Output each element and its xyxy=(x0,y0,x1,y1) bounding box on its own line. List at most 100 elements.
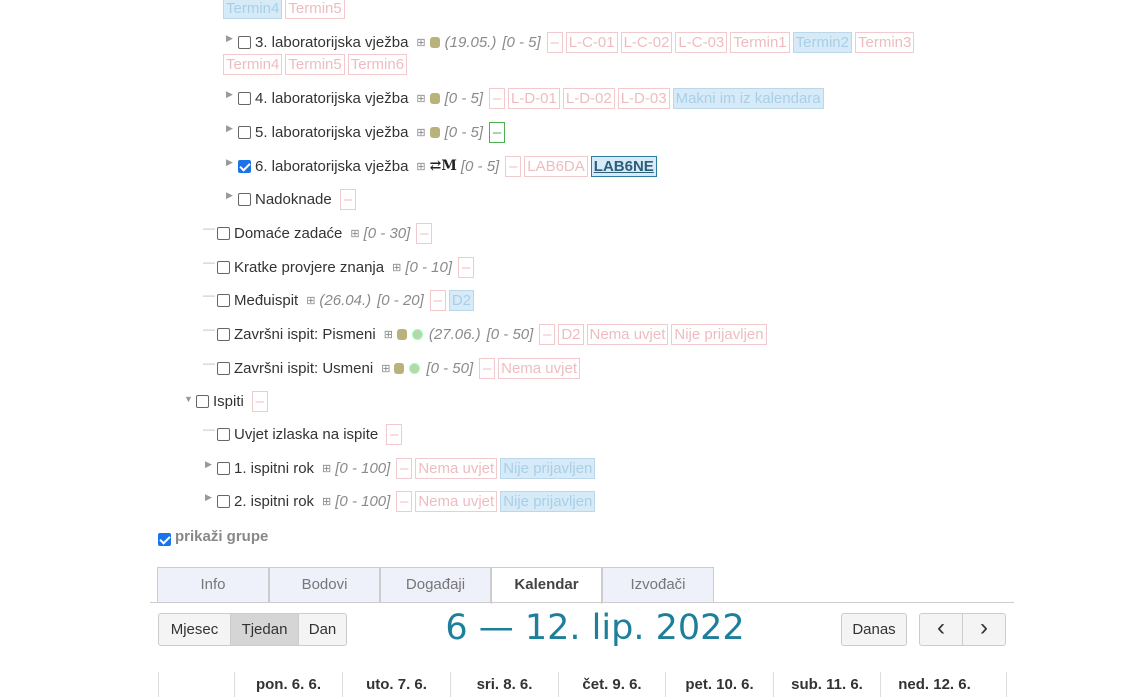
prev-week-button[interactable]: ‹ xyxy=(919,613,963,646)
tag[interactable]: L-D-02 xyxy=(562,87,615,109)
tag[interactable]: Termin6 xyxy=(347,53,408,75)
tag[interactable]: L-C-03 xyxy=(675,31,728,53)
tree-item-zavrsni-pismeni: — Završni ispit: Pismeni ⊞ (27.06.) [0 -… xyxy=(203,322,770,346)
dash-tag[interactable]: – xyxy=(489,87,505,109)
item-range: [0 - 5] xyxy=(444,123,483,141)
dash-tag[interactable]: – xyxy=(386,423,403,445)
tab-kalendar[interactable]: Kalendar xyxy=(491,567,602,604)
dash-tag[interactable]: – xyxy=(479,357,496,379)
month-view-button[interactable]: Mjesec xyxy=(158,613,231,646)
tag[interactable]: Nije prijavljen xyxy=(671,323,767,345)
dash-tag[interactable]: – xyxy=(251,390,268,412)
swap-m-icon[interactable]: ⇄M xyxy=(430,158,457,174)
checkbox[interactable] xyxy=(217,361,230,375)
calendar-right-border xyxy=(1006,672,1007,697)
tag[interactable]: L-C-01 xyxy=(565,31,618,53)
expand-arrow-icon[interactable]: ▶ xyxy=(226,157,236,168)
checkbox[interactable] xyxy=(217,427,230,441)
tag[interactable]: Nema uvjet xyxy=(498,357,580,379)
dash-tag[interactable]: – xyxy=(396,490,413,512)
item-range: [0 - 10] xyxy=(405,258,453,276)
dash-tag[interactable]: – xyxy=(546,31,563,53)
grid-icon[interactable]: ⊞ xyxy=(381,362,390,375)
tag[interactable]: L-C-02 xyxy=(620,31,673,53)
checkbox[interactable] xyxy=(238,91,251,105)
tag[interactable]: Termin2 xyxy=(792,31,852,53)
checkbox[interactable] xyxy=(217,260,230,274)
today-button[interactable]: Danas xyxy=(841,613,907,646)
checkbox[interactable] xyxy=(217,494,230,508)
next-week-button[interactable]: › xyxy=(962,613,1006,646)
expand-arrow-icon[interactable]: ▶ xyxy=(205,459,215,470)
tab-izvodaci[interactable]: Izvođači xyxy=(602,567,714,603)
leaf-dash: — xyxy=(203,356,215,370)
item-date: (27.06.) xyxy=(428,325,481,343)
tree-item-lab3: ▶ 3. laboratorijska vježba ⊞ (19.05.) [0… xyxy=(226,30,917,54)
grid-icon[interactable]: ⊞ xyxy=(416,36,425,49)
tag-selected[interactable]: LAB6NE xyxy=(590,155,657,177)
grid-icon[interactable]: ⊞ xyxy=(350,227,359,240)
tab-bodovi[interactable]: Bodovi xyxy=(269,567,380,603)
checkbox[interactable] xyxy=(217,327,230,341)
tag[interactable]: LAB6DA xyxy=(524,155,588,177)
dash-tag[interactable]: – xyxy=(539,323,556,345)
checkbox[interactable] xyxy=(196,394,209,408)
tag[interactable]: D2 xyxy=(448,289,475,311)
day-header: čet. 9. 6. xyxy=(558,672,665,697)
tag[interactable]: D2 xyxy=(558,323,584,345)
tag-termin4-top[interactable]: Termin4 xyxy=(223,0,283,19)
grid-icon[interactable]: ⊞ xyxy=(416,160,425,173)
expand-arrow-icon[interactable]: ▶ xyxy=(226,190,236,201)
checkbox[interactable] xyxy=(238,192,251,206)
remove-from-calendar-tag[interactable]: Makni im iz kalendara xyxy=(672,87,824,109)
grid-icon[interactable]: ⊞ xyxy=(322,495,331,508)
tag[interactable]: L-D-03 xyxy=(617,87,670,109)
tag[interactable]: L-D-01 xyxy=(508,87,560,109)
show-groups-checkbox[interactable] xyxy=(158,532,171,546)
dash-tag[interactable]: – xyxy=(339,188,356,210)
checkbox[interactable] xyxy=(217,226,230,240)
dash-tag[interactable]: – xyxy=(416,222,433,244)
expand-arrow-icon[interactable]: ▶ xyxy=(226,33,236,44)
tag[interactable]: Nema uvjet xyxy=(586,323,669,345)
tag[interactable]: Termin5 xyxy=(285,53,345,75)
dash-tag[interactable]: – xyxy=(458,256,475,278)
grid-icon[interactable]: ⊞ xyxy=(416,126,425,139)
collapse-arrow-icon[interactable]: ▼ xyxy=(184,394,194,404)
dash-tag[interactable]: – xyxy=(429,289,446,311)
checkbox[interactable] xyxy=(217,293,230,307)
item-range: [0 - 50] xyxy=(486,325,534,343)
checkbox[interactable] xyxy=(217,461,230,475)
tree-item-domace: — Domaće zadaće ⊞ [0 - 30] – xyxy=(203,221,435,245)
show-groups-toggle[interactable]: prikaži grupe xyxy=(158,524,268,548)
tag[interactable]: Termin1 xyxy=(730,31,790,53)
tab-info[interactable]: Info xyxy=(157,567,269,603)
grid-icon[interactable]: ⊞ xyxy=(416,92,425,105)
day-view-button[interactable]: Dan xyxy=(298,613,347,646)
checkbox[interactable] xyxy=(238,125,251,139)
dash-tag[interactable]: – xyxy=(396,457,413,479)
dash-tag[interactable]: – xyxy=(489,121,505,143)
tag[interactable]: Nema uvjet xyxy=(415,490,498,512)
tag[interactable]: Nije prijavljen xyxy=(500,457,596,479)
checkbox-checked[interactable] xyxy=(238,159,251,173)
expand-arrow-icon[interactable]: ▶ xyxy=(226,89,236,100)
owl-icon xyxy=(429,126,440,138)
expand-arrow-icon[interactable]: ▶ xyxy=(205,492,215,503)
tab-dogadaji[interactable]: Događaji xyxy=(380,567,491,603)
grid-icon[interactable]: ⊞ xyxy=(306,294,315,307)
checkbox[interactable] xyxy=(238,35,251,49)
tag[interactable]: Termin3 xyxy=(855,31,915,53)
grid-icon[interactable]: ⊞ xyxy=(322,462,331,475)
week-view-button[interactable]: Tjedan xyxy=(230,613,299,646)
grid-icon[interactable]: ⊞ xyxy=(392,261,401,274)
expand-arrow-icon[interactable]: ▶ xyxy=(226,123,236,134)
tag[interactable]: Termin4 xyxy=(223,53,283,75)
dash-tag[interactable]: – xyxy=(505,155,522,177)
item-range: [0 - 5] xyxy=(444,89,483,107)
tag[interactable]: Nema uvjet xyxy=(415,457,498,479)
tag[interactable]: Nije prijavljen xyxy=(500,490,596,512)
item-range: [0 - 5] xyxy=(460,157,500,175)
grid-icon[interactable]: ⊞ xyxy=(384,328,393,341)
tag-termin5-top[interactable]: Termin5 xyxy=(285,0,345,19)
